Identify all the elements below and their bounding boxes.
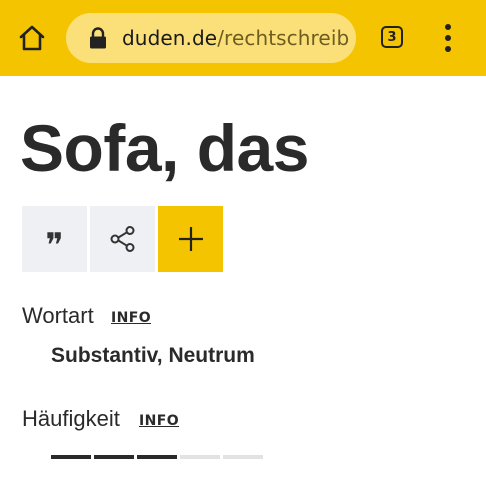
menu-dot-icon	[445, 35, 451, 41]
home-icon	[19, 25, 45, 51]
share-icon	[110, 226, 134, 252]
share-button[interactable]	[90, 206, 155, 272]
overflow-menu-button[interactable]	[436, 24, 460, 52]
menu-dot-icon	[445, 46, 451, 52]
quote-button[interactable]: ❞	[22, 206, 87, 272]
plus-icon	[178, 227, 203, 251]
frequency-segment	[180, 455, 220, 459]
frequency-segment	[94, 455, 134, 459]
browser-toolbar: duden.de/rechtschreibu 3	[0, 0, 486, 76]
wortart-label: Wortart	[22, 303, 94, 328]
haeufigkeit-label: Häufigkeit	[22, 406, 120, 431]
page-title: Sofa, das	[20, 111, 309, 185]
lock-icon	[90, 27, 106, 49]
address-bar[interactable]: duden.de/rechtschreibu	[66, 13, 356, 63]
haeufigkeit-info-link[interactable]: INFO	[139, 413, 179, 429]
url-domain: duden.de	[122, 26, 218, 50]
frequency-segment	[223, 455, 263, 459]
wortart-value: Substantiv, Neutrum	[51, 344, 255, 367]
action-buttons: ❞	[22, 206, 226, 272]
tab-switcher-button[interactable]: 3	[381, 26, 403, 48]
quote-icon: ❞	[45, 226, 64, 266]
wortart-info-link[interactable]: INFO	[111, 310, 151, 326]
url-text: duden.de/rechtschreibu	[122, 26, 350, 50]
menu-dot-icon	[445, 24, 451, 30]
add-button[interactable]	[158, 206, 223, 272]
home-button[interactable]	[16, 22, 48, 54]
url-path: /rechtschreibu	[217, 26, 350, 50]
frequency-segment	[137, 455, 177, 459]
frequency-segment	[51, 455, 91, 459]
frequency-bar	[51, 455, 266, 459]
